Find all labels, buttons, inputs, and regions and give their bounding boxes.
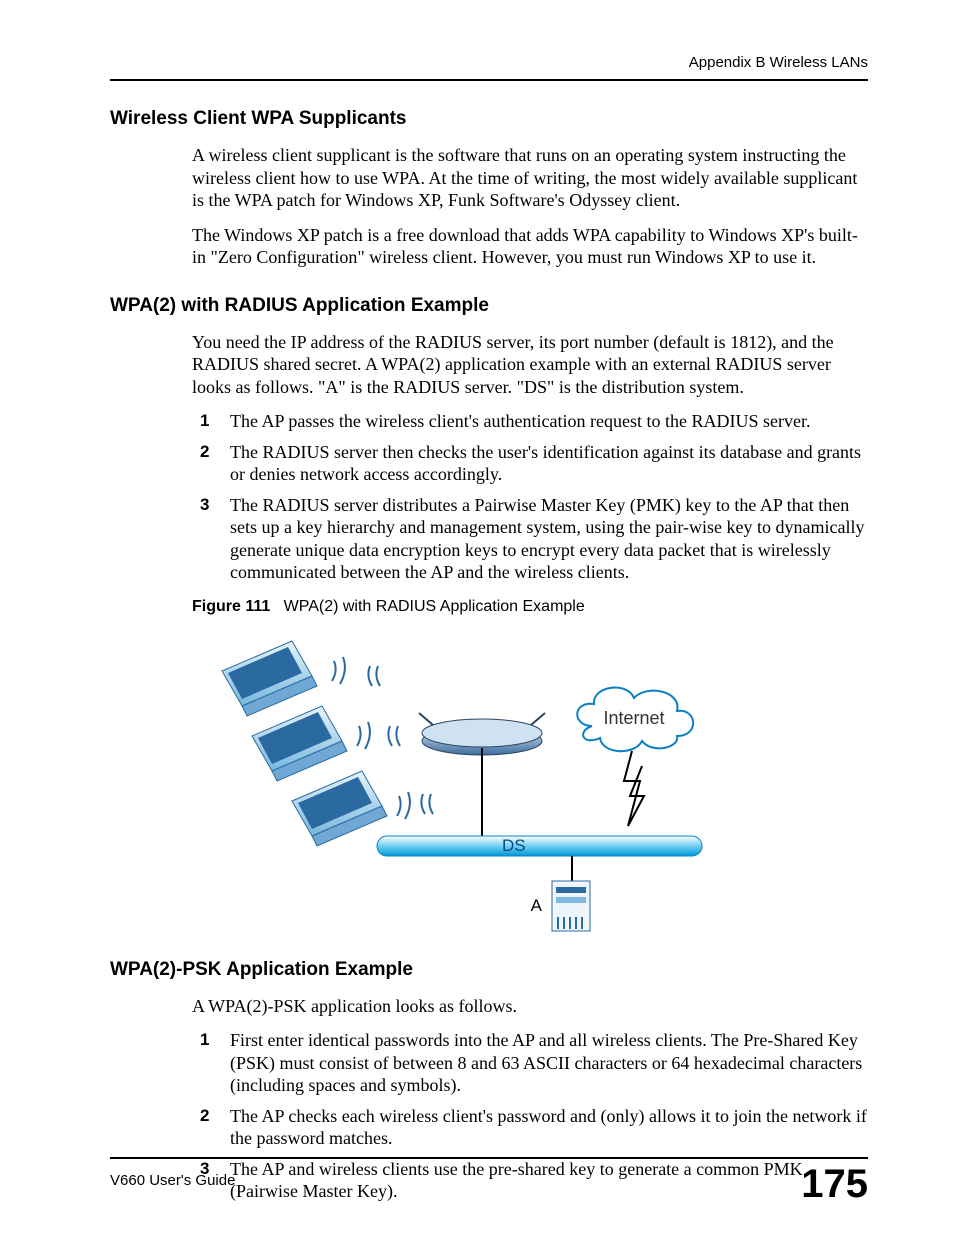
footer-guide-name: V660 User's Guide: [110, 1172, 235, 1189]
footer-rule: [110, 1157, 868, 1159]
list-item: The RADIUS server distributes a Pairwise…: [230, 494, 868, 584]
laptop-icon: [222, 641, 387, 846]
list-item: The AP checks each wireless client's pas…: [230, 1105, 868, 1150]
list-item: The AP passes the wireless client's auth…: [230, 410, 868, 433]
header-rule: [110, 79, 868, 81]
figure-caption-text: WPA(2) with RADIUS Application Example: [284, 598, 585, 615]
radius-server-icon: [552, 881, 590, 931]
distribution-system-bar: DS: [377, 836, 702, 856]
heading-wpa2-radius: WPA(2) with RADIUS Application Example: [110, 295, 868, 317]
page-number: 175: [801, 1162, 868, 1207]
list-item: The AP and wireless clients use the pre-…: [230, 1158, 868, 1203]
figure-label: Figure 111: [192, 598, 270, 615]
server-a-label: A: [531, 896, 543, 915]
radius-steps-list: The AP passes the wireless client's auth…: [192, 410, 868, 584]
internet-label: Internet: [603, 708, 664, 728]
figure-caption: Figure 111 WPA(2) with RADIUS Applicatio…: [192, 598, 868, 616]
page-content: Wireless Client WPA Supplicants A wirele…: [110, 108, 868, 1217]
lightning-link-icon: [624, 751, 644, 826]
heading-wpa2-psk: WPA(2)-PSK Application Example: [110, 959, 868, 981]
para-radius-intro: You need the IP address of the RADIUS se…: [192, 331, 868, 399]
heading-wpa-supplicants: Wireless Client WPA Supplicants: [110, 108, 868, 130]
para-psk-intro: A WPA(2)-PSK application looks as follow…: [192, 995, 868, 1018]
psk-steps-list: First enter identical passwords into the…: [192, 1029, 868, 1203]
ds-label: DS: [502, 836, 526, 855]
figure-wpa2-radius: Internet DS: [192, 626, 868, 941]
para-supplicants-1: A wireless client supplicant is the soft…: [192, 144, 868, 212]
para-supplicants-2: The Windows XP patch is a free download …: [192, 224, 868, 269]
list-item: The RADIUS server then checks the user's…: [230, 441, 868, 486]
internet-cloud-icon: Internet: [577, 687, 693, 751]
list-item: First enter identical passwords into the…: [230, 1029, 868, 1097]
running-header: Appendix B Wireless LANs: [110, 54, 868, 71]
